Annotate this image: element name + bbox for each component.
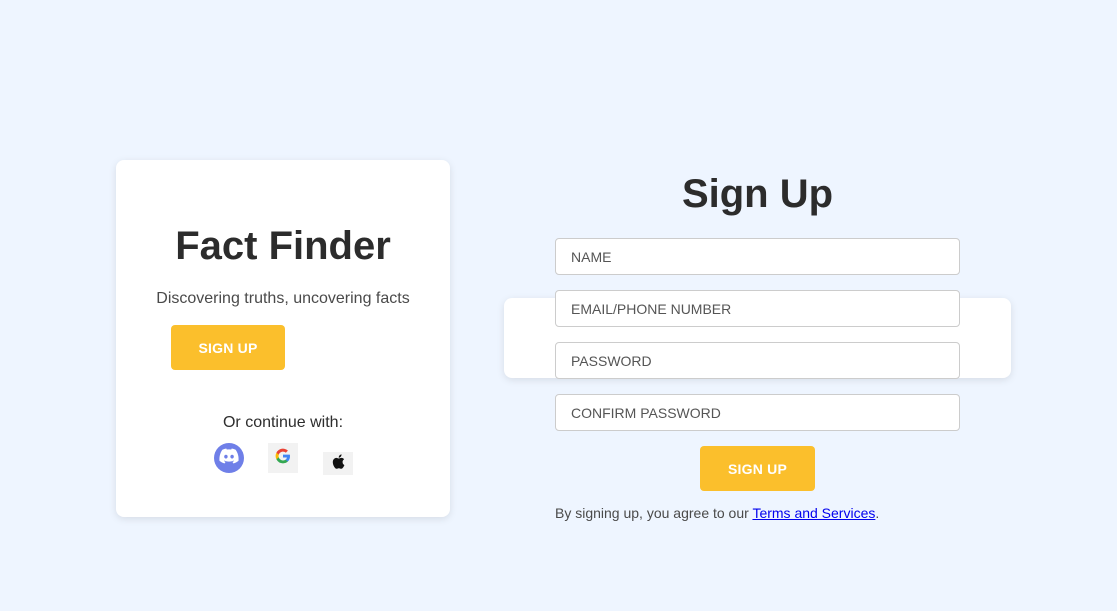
email-phone-input[interactable]: [555, 290, 960, 327]
terms-suffix: .: [875, 505, 880, 521]
name-input[interactable]: [555, 238, 960, 275]
confirm-password-input[interactable]: [555, 394, 960, 431]
terms-prefix: By signing up, you agree to our: [555, 505, 753, 521]
discord-button[interactable]: [214, 443, 244, 473]
apple-button[interactable]: [323, 452, 353, 475]
google-button[interactable]: [268, 443, 298, 473]
brand-signup-button[interactable]: SIGN UP: [171, 325, 285, 370]
brand-tagline: Discovering truths, uncovering facts: [156, 290, 410, 307]
password-input[interactable]: [555, 342, 960, 379]
apple-icon: [332, 453, 345, 474]
discord-icon: [219, 448, 239, 469]
submit-signup-button[interactable]: SIGN UP: [700, 446, 815, 491]
terms-notice: By signing up, you agree to our Terms an…: [555, 505, 879, 521]
brand-title: Fact Finder: [175, 224, 391, 268]
signup-title: Sign Up: [681, 172, 834, 216]
continue-with-label: Or continue with:: [222, 414, 344, 431]
google-icon: [275, 448, 291, 469]
terms-link[interactable]: Terms and Services: [752, 505, 875, 521]
